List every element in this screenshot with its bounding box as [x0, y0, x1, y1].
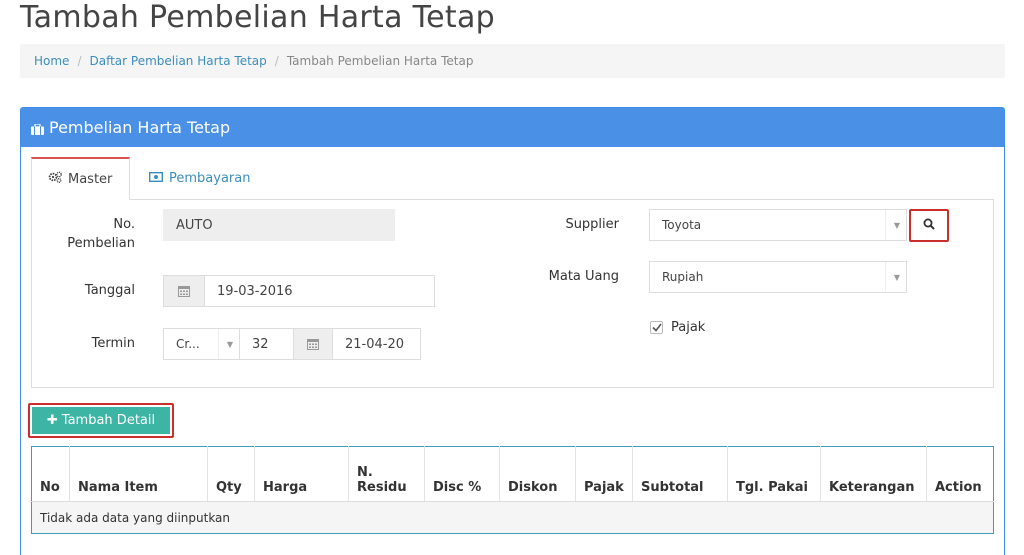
detail-table: No Nama Item Qty Harga N. Residu Disc % D… [31, 446, 994, 534]
purchase-panel: Pembelian Harta Tetap Master Pembayaran … [20, 107, 1005, 555]
search-icon [923, 218, 935, 234]
mata-uang-label: Mata Uang [548, 269, 619, 284]
col-n-residu-line2: Residu [357, 480, 407, 495]
col-harga: Harga [254, 446, 349, 502]
col-disc-percent: Disc % [424, 446, 500, 502]
supplier-search-button[interactable] [909, 209, 949, 242]
termin-type-value: Cr... [176, 337, 200, 351]
termin-label: Termin [91, 336, 135, 351]
col-n-residu-line1: N. [357, 465, 373, 480]
tab-pembayaran-label: Pembayaran [169, 171, 251, 186]
mata-uang-value: Rupiah [662, 270, 704, 284]
empty-table-message: Tidak ada data yang diinputkan [31, 501, 994, 534]
tanggal-label: Tanggal [84, 283, 135, 298]
termin-days-input[interactable]: 32 [239, 328, 294, 360]
breadcrumb-separator: / [274, 54, 279, 68]
tambah-detail-button[interactable]: ✚ Tambah Detail [28, 403, 174, 438]
tanggal-input[interactable]: 19-03-2016 [204, 275, 435, 307]
chevron-down-icon: ▼ [893, 273, 900, 282]
mata-uang-select[interactable]: Rupiah ▼ [649, 261, 907, 293]
supplier-label: Supplier [565, 217, 619, 232]
checkmark-icon [651, 323, 662, 332]
page-title: Tambah Pembelian Harta Tetap [20, 0, 495, 35]
tambah-detail-button-body[interactable]: ✚ Tambah Detail [32, 407, 170, 434]
col-n-residu: N. Residu [348, 446, 425, 502]
tab-master-label: Master [68, 171, 113, 187]
pajak-checkbox[interactable] [650, 321, 663, 334]
col-qty: Qty [207, 446, 255, 502]
calendar-icon[interactable] [163, 275, 205, 307]
breadcrumb-home-link[interactable]: Home [34, 54, 69, 68]
breadcrumb-list-link[interactable]: Daftar Pembelian Harta Tetap [89, 54, 266, 68]
panel-heading: Pembelian Harta Tetap [21, 108, 1004, 147]
breadcrumb-current: Tambah Pembelian Harta Tetap [286, 54, 474, 68]
col-diskon: Diskon [499, 446, 576, 502]
plus-icon: ✚ [46, 413, 58, 428]
chevron-down-icon: ▼ [226, 340, 233, 349]
panel-title: Pembelian Harta Tetap [49, 118, 231, 137]
col-tgl-pakai: Tgl. Pakai [727, 446, 821, 502]
breadcrumb: Home / Daftar Pembelian Harta Tetap / Ta… [20, 44, 1005, 78]
supplier-select[interactable]: Toyota ▼ [649, 209, 907, 241]
no-pembelian-label-line2: Pembelian [67, 236, 135, 251]
col-no: No [31, 446, 70, 502]
col-pajak: Pajak [575, 446, 633, 502]
tambah-detail-label: Tambah Detail [61, 413, 156, 428]
tab-bar: Master Pembayaran [31, 157, 994, 200]
termin-type-select[interactable]: Cr... ▼ [163, 328, 240, 360]
pajak-label: Pajak [671, 320, 706, 335]
select-divider [218, 329, 219, 359]
breadcrumb-separator: / [77, 54, 82, 68]
col-subtotal: Subtotal [632, 446, 728, 502]
money-icon [148, 171, 169, 186]
gears-icon [48, 171, 68, 187]
termin-date-input[interactable]: 21-04-20 [332, 328, 421, 360]
select-divider [885, 210, 886, 240]
chevron-down-icon: ▼ [893, 221, 900, 230]
table-row: Tidak ada data yang diinputkan [31, 501, 994, 534]
table-header-row: No Nama Item Qty Harga N. Residu Disc % D… [31, 446, 994, 502]
calendar-icon[interactable] [293, 328, 333, 360]
col-action: Action [926, 446, 994, 502]
col-nama-item: Nama Item [69, 446, 208, 502]
tab-master[interactable]: Master [31, 157, 130, 200]
tab-pembayaran[interactable]: Pembayaran [133, 157, 266, 200]
briefcase-icon [31, 123, 44, 135]
col-keterangan: Keterangan [820, 446, 927, 502]
select-divider [885, 262, 886, 292]
supplier-value: Toyota [662, 218, 702, 232]
no-pembelian-field: AUTO [163, 209, 395, 241]
no-pembelian-label-line1: No. [113, 217, 135, 232]
